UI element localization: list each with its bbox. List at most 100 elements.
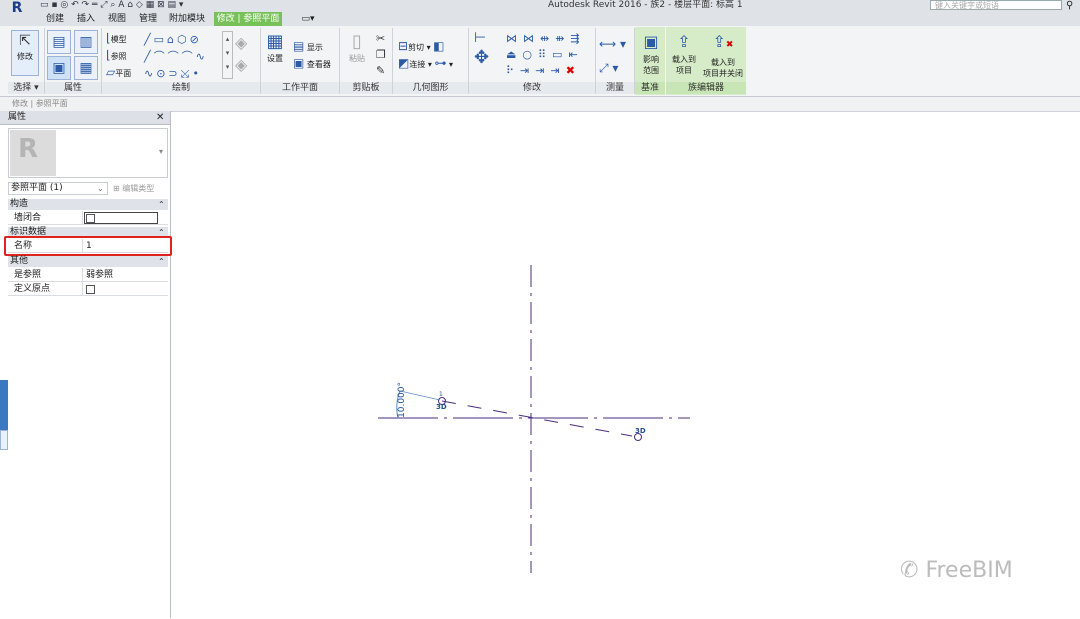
grid-plane-icon: ▦ (266, 31, 284, 52)
close-hidden-icon[interactable]: ⊠ (157, 0, 165, 10)
section-icon[interactable]: ◇ (136, 0, 143, 10)
tab-view[interactable]: 视图 (102, 12, 132, 26)
cursor-icon: ⇱ (19, 33, 31, 49)
quick-access-toolbar[interactable]: ▭ ▪ ◎ ↶ ↷ ═ ⤢ ⌕ A ⌂ ◇ ▦ ⊠ ▤ ▾ (40, 0, 240, 11)
tab-modify-refplane[interactable]: 修改 | 参照平面 (214, 12, 282, 26)
load-into-project-button[interactable]: ⇪ 载入到 项目 (668, 30, 700, 76)
measure-tools[interactable]: ⟷ ▾ ⤢ ▾ (599, 32, 626, 80)
save-icon[interactable]: ▪ (51, 0, 57, 10)
is-reference-value[interactable]: 弱参照 (86, 268, 113, 282)
draw-gallery-scroll[interactable]: ▴ ▾ ▾ (222, 31, 233, 79)
customize-qat-icon[interactable]: ▾ (179, 0, 184, 10)
select-panel-label[interactable]: 选择 ▾ (8, 82, 44, 94)
modify-button[interactable]: ⇱ 修改 (11, 30, 39, 76)
binoculars-icon[interactable]: ⚲ (1066, 0, 1080, 11)
load-and-close-button[interactable]: ⇪✖ 载入到 项目并关闭 (700, 30, 746, 79)
join-geometry-button[interactable]: ◩连接 ▾ ⊶ ▾ (398, 57, 453, 70)
draw-row-3[interactable]: ∿⊙⊃⤩• (144, 65, 208, 82)
tab-options-icon[interactable]: ▭▾ (296, 12, 320, 26)
marker-top-label: 3D (436, 403, 447, 411)
modify-row-2[interactable]: ⏏○⠿▭⇤ (506, 47, 586, 63)
watermark: ✆ FreeBIM (900, 558, 1013, 583)
measure-icon[interactable]: ═ (92, 0, 97, 10)
redo-icon[interactable]: ↷ (82, 0, 90, 10)
move-icon[interactable]: ✥ (474, 46, 489, 70)
section-other[interactable]: 其他 (8, 256, 168, 267)
3d-view-icon[interactable]: ⌂ (127, 0, 133, 10)
datum-panel-label: 基准 (635, 82, 665, 94)
collapse-icon[interactable]: ⌃ (158, 199, 165, 210)
clipboard-tools[interactable]: ✂ ❐ ✎ (376, 31, 386, 79)
properties-panel-label: 属性 (45, 82, 101, 94)
defines-origin-checkbox[interactable] (86, 285, 95, 294)
modify-row-3[interactable]: ⠗⇥⇥⇥✖ (506, 63, 586, 79)
property-name: 定义原点 (14, 284, 51, 294)
draw-row-2[interactable]: ╱⌒⌒⌒∿ (144, 48, 208, 65)
closure-checkbox[interactable] (86, 214, 95, 223)
undo-icon[interactable]: ↶ (71, 0, 79, 10)
section-construction[interactable]: 构造 (8, 199, 168, 210)
drawing-svg[interactable]: 10.000° 3D 1 3D (172, 111, 1080, 618)
clipboard-panel-label: 剪贴板 (340, 82, 392, 94)
family-types-icon[interactable]: ▥ (74, 30, 98, 54)
edit-type-button[interactable]: ⊞ 编辑类型 (113, 182, 169, 195)
tab-addins[interactable]: 附加模块 (165, 12, 209, 26)
project-browser-tab[interactable] (0, 430, 8, 450)
switch-windows-icon[interactable]: ▤ (168, 0, 177, 10)
aligned-dimension-icon[interactable]: ⤢ ▾ (599, 56, 626, 80)
model-line-button[interactable]: ⌊模型 (106, 32, 127, 45)
tab-manage[interactable]: 管理 (134, 12, 162, 26)
align-tools[interactable]: ⊢ ✥ (474, 30, 489, 70)
text-icon[interactable]: A (118, 0, 124, 10)
open-icon[interactable]: ▭ (40, 0, 49, 10)
close-icon[interactable]: ✕ (156, 111, 164, 124)
modify-row-1[interactable]: ⋈⋈⇹⇻⇶ (506, 31, 586, 47)
measure-between-icon[interactable]: ⟷ ▾ (599, 32, 626, 56)
cut-icon[interactable]: ✂ (376, 31, 386, 47)
sync-icon[interactable]: ◎ (60, 0, 68, 10)
pick-lines-icon[interactable]: ◈ ◈ (235, 32, 247, 76)
marker-top-number: 1 (439, 391, 443, 398)
type-properties-icon[interactable]: ▣ (47, 56, 71, 80)
closure-value-box[interactable] (84, 212, 158, 224)
ribbon-tab-bar (0, 12, 1080, 26)
search-input[interactable]: 键入关键字或短语 (930, 0, 1062, 10)
cut-geometry-button[interactable]: ⊟剪切 ▾ ◧ (398, 40, 445, 53)
scope-box-button[interactable]: ▣ 影响 范围 (638, 30, 664, 76)
match-type-icon[interactable]: ✎ (376, 63, 386, 79)
collapse-icon[interactable]: ⌃ (158, 256, 165, 267)
show-workplane-button[interactable]: ▤ 显示 (293, 40, 323, 53)
angle-dimension-label[interactable]: 10.000° (397, 382, 407, 418)
plane-button[interactable]: ▱平面 (106, 66, 131, 79)
align-icon[interactable]: ⊢ (474, 30, 489, 46)
tag-icon[interactable]: ⌕ (110, 0, 115, 10)
tab-create[interactable]: 创建 (40, 12, 70, 26)
delete-icon[interactable]: ✖ (566, 64, 581, 77)
load-icon: ⇪ (677, 32, 691, 51)
properties-icon[interactable]: ▤ (47, 30, 71, 54)
paste-button[interactable]: ▯ 粘贴 (344, 30, 370, 64)
type-selector[interactable]: 参照平面 (1) (8, 182, 108, 195)
plane-icon: ▱ (106, 65, 116, 79)
property-name: 墙闭合 (14, 213, 42, 223)
clipboard-icon: ▯ (352, 31, 362, 52)
modify-tools-grid[interactable]: ⋈⋈⇹⇻⇶ ⏏○⠿▭⇤ ⠗⇥⇥⇥✖ (506, 31, 586, 79)
cut-geometry-icon: ⊟ (398, 39, 409, 53)
reference-line-button[interactable]: ⌊参照 (106, 49, 127, 62)
options-bar (0, 97, 1080, 112)
draw-tools-gallery[interactable]: ╱▭⌂⬡⊘ ╱⌒⌒⌒∿ ∿⊙⊃⤩• (144, 31, 208, 82)
draw-row-1[interactable]: ╱▭⌂⬡⊘ (144, 31, 208, 48)
chevron-down-icon[interactable]: ⌄ (97, 182, 104, 195)
thin-lines-icon[interactable]: ▦ (146, 0, 155, 10)
chevron-down-icon[interactable]: ▾ (159, 147, 163, 156)
join-geometry-icon: ◩ (398, 56, 410, 70)
window-title: Autodesk Revit 2016 - 族2 - 楼层平面: 标高 1 (548, 0, 743, 10)
modify-panel-label: 修改 (469, 82, 595, 94)
viewer-button[interactable]: ▣ 查看器 (293, 57, 331, 70)
dimension-icon[interactable]: ⤢ (100, 0, 107, 10)
copy-icon[interactable]: ❐ (376, 47, 386, 63)
set-workplane-button[interactable]: ▦ 设置 (264, 30, 286, 64)
load-close-icon: ⇪✖ (712, 32, 734, 51)
family-category-icon[interactable]: ▦ (74, 56, 98, 80)
tab-insert[interactable]: 插入 (72, 12, 100, 26)
